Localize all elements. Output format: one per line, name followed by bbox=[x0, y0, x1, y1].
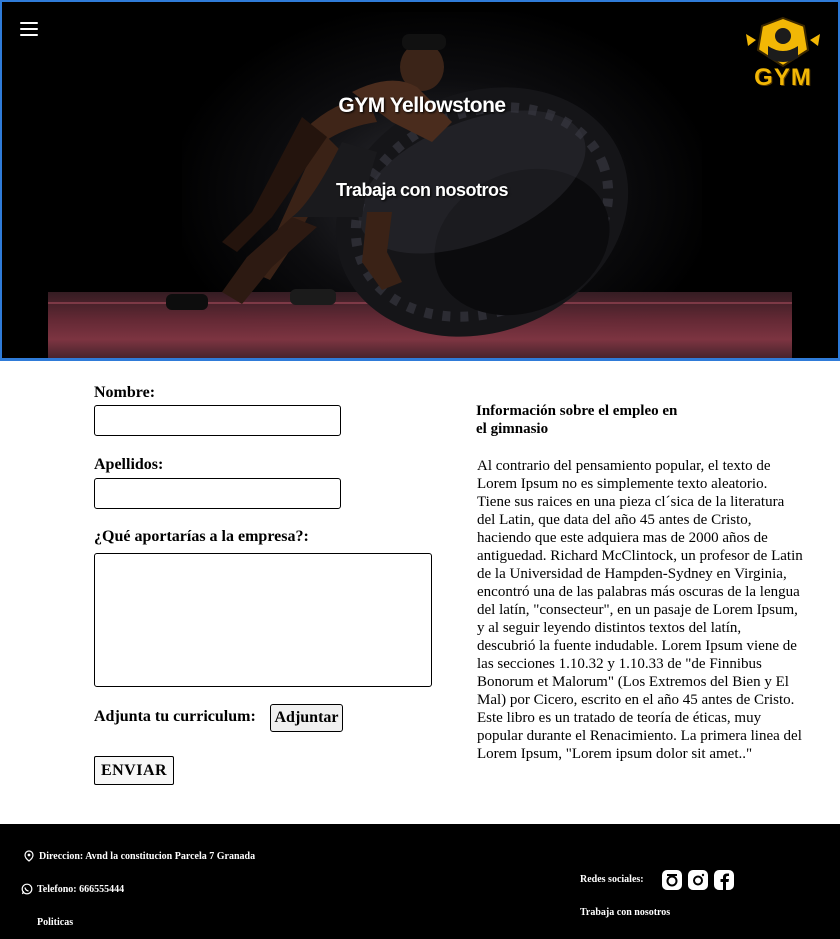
logo-text: GYM bbox=[754, 64, 812, 91]
nombre-label: Nombre: bbox=[94, 384, 156, 401]
job-info: Información sobre el empleo en el gimnas… bbox=[476, 402, 806, 762]
gym-logo[interactable]: GYM bbox=[742, 16, 824, 92]
job-info-title: Información sobre el empleo en el gimnas… bbox=[476, 403, 678, 437]
threads-icon[interactable] bbox=[662, 870, 682, 890]
footer-work-link[interactable]: Trabaja con nosotros bbox=[580, 907, 670, 918]
hero-banner: GYM GYM Yellowstone Trabaja con nosotros bbox=[0, 0, 840, 361]
location-pin-icon bbox=[23, 850, 35, 862]
whatsapp-icon bbox=[21, 883, 33, 895]
footer-address-text: Direccion: Avnd la constitucion Parcela … bbox=[39, 850, 256, 862]
apellidos-label: Apellidos: bbox=[94, 456, 164, 473]
social-icons bbox=[662, 870, 734, 890]
footer-policies-link[interactable]: Politicas bbox=[37, 917, 73, 928]
footer-phone: Telefono: 666555444 bbox=[21, 883, 124, 895]
page-subtitle: Trabaja con nosotros bbox=[335, 180, 509, 200]
nombre-input[interactable] bbox=[94, 405, 341, 436]
footer-phone-text: Telefono: 666555444 bbox=[37, 883, 125, 895]
footer-social-label: Redes sociales: bbox=[580, 874, 644, 885]
page-title: GYM Yellowstone bbox=[338, 94, 506, 117]
aporta-textarea[interactable] bbox=[94, 553, 432, 687]
facebook-icon[interactable] bbox=[714, 870, 734, 890]
attach-cv-button[interactable]: Adjuntar bbox=[270, 704, 343, 732]
footer: Direccion: Avnd la constitucion Parcela … bbox=[0, 824, 840, 939]
job-info-body: Al contrario del pensamiento popular, el… bbox=[477, 458, 803, 762]
aporta-label: ¿Qué aportarías a la empresa?: bbox=[94, 528, 309, 545]
hamburger-menu-icon[interactable] bbox=[20, 22, 38, 36]
instagram-icon[interactable] bbox=[688, 870, 708, 890]
footer-address: Direccion: Avnd la constitucion Parcela … bbox=[23, 850, 255, 862]
curriculum-label: Adjunta tu curriculum: bbox=[94, 708, 256, 725]
apellidos-input[interactable] bbox=[94, 478, 341, 509]
gym-mascot-icon bbox=[746, 16, 820, 68]
submit-button[interactable]: ENVIAR bbox=[94, 756, 174, 785]
